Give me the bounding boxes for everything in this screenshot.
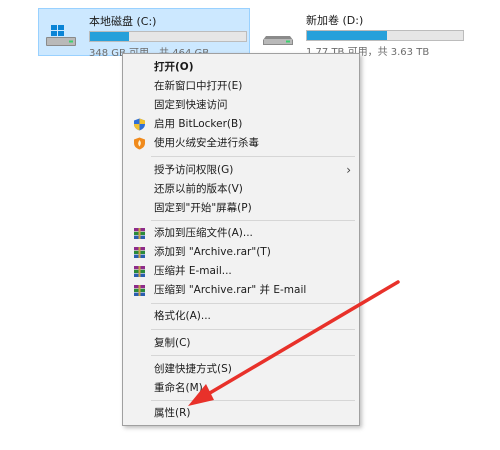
menu-item-label: 在新窗口中打开(E) xyxy=(154,80,243,92)
chevron-right-icon: › xyxy=(346,163,351,177)
drive-c-usage-fill xyxy=(90,32,129,41)
menu-item-open-new-window[interactable]: 在新窗口中打开(E) xyxy=(123,77,359,95)
menu-item-pin-start[interactable]: 固定到"开始"屏幕(P) xyxy=(123,199,359,217)
menu-item-antivirus[interactable]: 使用火绒安全进行杀毒 xyxy=(123,134,359,152)
menu-item-label: 添加到 "Archive.rar"(T) xyxy=(154,246,271,258)
menu-separator xyxy=(151,329,355,330)
menu-item-format[interactable]: 格式化(A)... xyxy=(123,307,359,325)
menu-item-properties[interactable]: 属性(R) xyxy=(123,404,359,422)
menu-item-label: 还原以前的版本(V) xyxy=(154,183,243,195)
menu-item-label: 重命名(M) xyxy=(154,382,203,394)
drive-d-usage-fill xyxy=(307,31,387,40)
drive-icon xyxy=(263,36,293,45)
menu-item-label: 使用火绒安全进行杀毒 xyxy=(154,137,259,149)
menu-item-label: 复制(C) xyxy=(154,337,191,349)
context-menu: 打开(O) 在新窗口中打开(E) 固定到快速访问 启用 BitLocker(B)… xyxy=(122,53,360,426)
menu-item-compress-rar-email[interactable]: 压缩到 "Archive.rar" 并 E-mail xyxy=(123,281,359,299)
drive-d-name: 新加卷 (D:) xyxy=(306,14,364,27)
menu-item-label: 启用 BitLocker(B) xyxy=(154,118,243,130)
menu-separator xyxy=(151,156,355,157)
drive-c-usage-bar xyxy=(89,31,247,42)
menu-separator xyxy=(151,220,355,221)
menu-item-label: 压缩并 E-mail... xyxy=(154,265,232,277)
menu-item-add-archive-rar[interactable]: 添加到 "Archive.rar"(T) xyxy=(123,243,359,261)
menu-item-label: 压缩到 "Archive.rar" 并 E-mail xyxy=(154,284,307,296)
menu-item-pin-quick-access[interactable]: 固定到快速访问 xyxy=(123,96,359,114)
menu-item-give-access[interactable]: 授予访问权限(G) › xyxy=(123,161,359,179)
menu-item-add-archive[interactable]: 添加到压缩文件(A)... xyxy=(123,224,359,242)
menu-item-create-shortcut[interactable]: 创建快捷方式(S) xyxy=(123,360,359,378)
drive-c-name: 本地磁盘 (C:) xyxy=(89,15,157,28)
menu-item-label: 授予访问权限(G) xyxy=(154,164,234,176)
menu-item-copy[interactable]: 复制(C) xyxy=(123,334,359,352)
menu-item-label: 打开(O) xyxy=(154,61,194,73)
menu-separator xyxy=(151,303,355,304)
winrar-icon xyxy=(134,266,145,277)
winrar-icon xyxy=(134,247,145,258)
menu-separator xyxy=(151,355,355,356)
menu-item-rename[interactable]: 重命名(M) xyxy=(123,379,359,397)
menu-item-label: 创建快捷方式(S) xyxy=(154,363,232,375)
drive-d-tile[interactable]: 新加卷 (D:) 1.77 TB 可用，共 3.63 TB xyxy=(256,8,468,58)
windows-drive-icon xyxy=(46,25,76,46)
menu-item-open[interactable]: 打开(O) xyxy=(123,58,359,76)
drive-c-tile[interactable]: 本地磁盘 (C:) 348 GB 可用，共 464 GB xyxy=(38,8,250,59)
winrar-icon xyxy=(134,285,145,296)
menu-item-compress-email[interactable]: 压缩并 E-mail... xyxy=(123,262,359,280)
uac-shield-icon xyxy=(134,118,145,131)
drive-d-usage-bar xyxy=(306,30,464,41)
menu-item-label: 固定到"开始"屏幕(P) xyxy=(154,202,252,214)
menu-item-restore-versions[interactable]: 还原以前的版本(V) xyxy=(123,180,359,198)
menu-item-bitlocker[interactable]: 启用 BitLocker(B) xyxy=(123,115,359,133)
menu-separator xyxy=(151,400,355,401)
huorong-shield-icon xyxy=(134,137,145,150)
winrar-icon xyxy=(134,228,145,239)
menu-item-label: 格式化(A)... xyxy=(154,310,211,322)
menu-item-label: 添加到压缩文件(A)... xyxy=(154,227,253,239)
menu-item-label: 属性(R) xyxy=(154,407,191,419)
menu-item-label: 固定到快速访问 xyxy=(154,99,228,111)
